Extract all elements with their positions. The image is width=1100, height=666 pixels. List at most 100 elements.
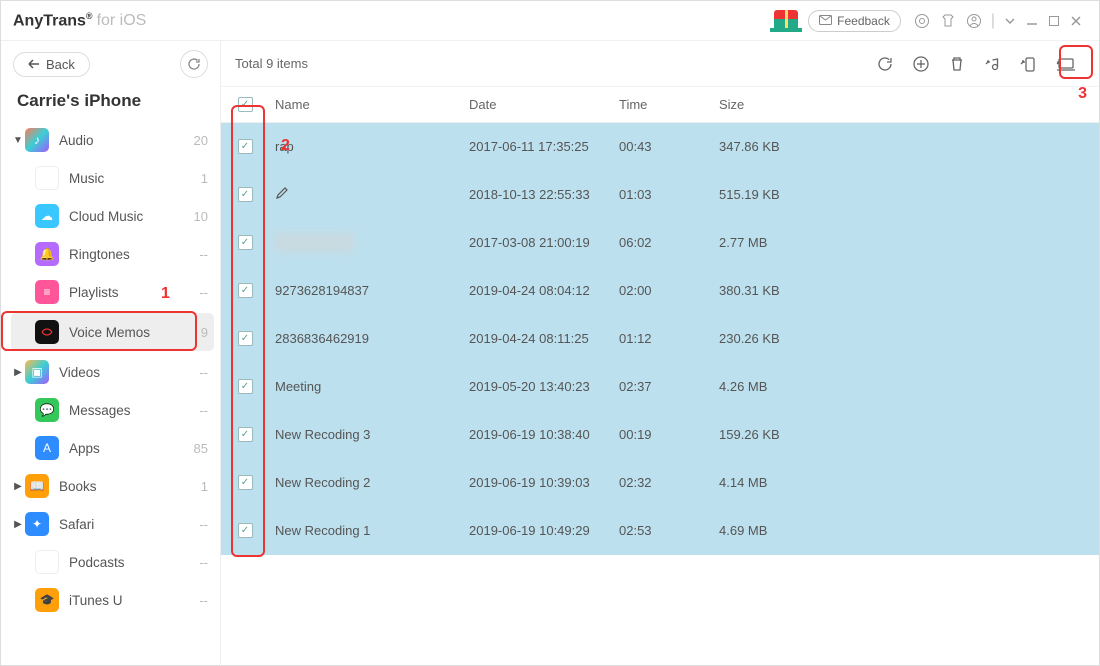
maximize-icon[interactable] (1048, 15, 1060, 27)
sidebar-item-podcasts[interactable]: ⌾ Podcasts -- (11, 543, 214, 581)
column-time[interactable]: Time (619, 97, 719, 112)
row-checkbox[interactable]: ✓ (238, 475, 253, 490)
sidebar-item-safari[interactable]: ▶ ✦ Safari -- (11, 505, 214, 543)
sidebar-item-ringtones[interactable]: 🔔 Ringtones -- (11, 235, 214, 273)
to-itunes-button[interactable] (984, 55, 1002, 73)
minimize-icon[interactable] (1026, 15, 1038, 27)
sidebar-item-label: Messages (69, 403, 199, 418)
safari-icon: ✦ (25, 512, 49, 536)
sidebar-item-apps[interactable]: A Apps 85 (11, 429, 214, 467)
sidebar-item-music[interactable]: ♪ Music 1 (11, 159, 214, 197)
row-time: 06:02 (619, 235, 719, 250)
row-time: 00:43 (619, 139, 719, 154)
row-checkbox[interactable]: ✓ (238, 283, 253, 298)
row-size: 2.77 MB (719, 235, 839, 250)
row-size: 380.31 KB (719, 283, 839, 298)
support-icon[interactable] (914, 13, 930, 29)
column-size[interactable]: Size (719, 97, 839, 112)
column-date[interactable]: Date (469, 97, 619, 112)
voice-memo-icon (35, 320, 59, 344)
back-label: Back (46, 57, 75, 72)
close-icon[interactable] (1070, 15, 1082, 27)
back-button[interactable]: Back (13, 52, 90, 77)
table-body: ✓rap2017-06-11 17:35:2500:43347.86 KB✓20… (221, 123, 1099, 666)
messages-icon: 💬 (35, 398, 59, 422)
to-device-button[interactable] (1020, 55, 1038, 73)
sidebar-item-audio[interactable]: ▼ ♪ Audio 20 (11, 121, 214, 159)
row-checkbox[interactable]: ✓ (238, 379, 253, 394)
row-size: 515.19 KB (719, 187, 839, 202)
row-name: 9273628194837 (275, 283, 369, 298)
chevron-down-icon[interactable] (1004, 15, 1016, 27)
itunes-u-icon: 🎓 (35, 588, 59, 612)
podcasts-icon: ⌾ (35, 550, 59, 574)
to-computer-button[interactable] (1056, 55, 1076, 73)
sidebar-item-label: Cloud Music (69, 209, 194, 224)
row-checkbox[interactable]: ✓ (238, 235, 253, 250)
table-row[interactable]: ✓Meeting2019-05-20 13:40:2302:374.26 MB (221, 363, 1099, 411)
sidebar-item-count: -- (199, 247, 208, 262)
row-checkbox[interactable]: ✓ (238, 331, 253, 346)
sidebar-item-voice-memos[interactable]: Voice Memos 9 (11, 313, 214, 351)
row-name-blurred: hidden (275, 233, 354, 252)
sidebar-refresh-button[interactable] (180, 50, 208, 78)
table-row[interactable]: ✓rap2017-06-11 17:35:2500:43347.86 KB (221, 123, 1099, 171)
toolbar: Total 9 items (221, 41, 1099, 87)
brand-subtitle: for iOS (97, 12, 147, 30)
books-icon: 📖 (25, 474, 49, 498)
shirt-icon[interactable] (940, 13, 956, 29)
bell-icon: 🔔 (35, 242, 59, 266)
audio-icon: ♪ (25, 128, 49, 152)
sidebar-item-count: -- (199, 555, 208, 570)
sidebar-item-count: -- (199, 285, 208, 300)
gift-icon[interactable] (774, 10, 798, 32)
row-time: 01:12 (619, 331, 719, 346)
sidebar-item-label: Podcasts (69, 555, 199, 570)
sidebar-item-count: 20 (194, 133, 208, 148)
sidebar-item-label: Ringtones (69, 247, 199, 262)
row-date: 2019-06-19 10:39:03 (469, 475, 619, 490)
table-row[interactable]: ✓28368364629192019-04-24 08:11:2501:1223… (221, 315, 1099, 363)
row-checkbox[interactable]: ✓ (238, 523, 253, 538)
caret-right-icon: ▶ (11, 519, 25, 530)
sidebar-item-count: -- (199, 365, 208, 380)
header-checkbox[interactable]: ✓ (238, 97, 253, 112)
sidebar-item-books[interactable]: ▶ 📖 Books 1 (11, 467, 214, 505)
apps-icon: A (35, 436, 59, 460)
sidebar-item-count: -- (199, 517, 208, 532)
table-row[interactable]: ✓hidden2017-03-08 21:00:1906:022.77 MB (221, 219, 1099, 267)
account-icon[interactable] (966, 13, 982, 29)
row-date: 2019-06-19 10:49:29 (469, 523, 619, 538)
row-checkbox[interactable]: ✓ (238, 187, 253, 202)
table-row[interactable]: ✓New Recoding 12019-06-19 10:49:2902:534… (221, 507, 1099, 555)
row-name: 2836836462919 (275, 331, 369, 346)
add-button[interactable] (912, 55, 930, 73)
sidebar-item-cloud-music[interactable]: ☁ Cloud Music 10 (11, 197, 214, 235)
feedback-label: Feedback (837, 14, 890, 28)
row-checkbox[interactable]: ✓ (238, 139, 253, 154)
table-row[interactable]: ✓92736281948372019-04-24 08:04:1202:0038… (221, 267, 1099, 315)
row-checkbox[interactable]: ✓ (238, 427, 253, 442)
row-date: 2019-06-19 10:38:40 (469, 427, 619, 442)
table-row[interactable]: ✓New Recoding 32019-06-19 10:38:4000:191… (221, 411, 1099, 459)
row-name: rap (275, 139, 294, 154)
sidebar-item-itunes-u[interactable]: 🎓 iTunes U -- (11, 581, 214, 619)
row-size: 230.26 KB (719, 331, 839, 346)
table-row[interactable]: ✓2018-10-13 22:55:3301:03515.19 KB (221, 171, 1099, 219)
sidebar-item-playlists[interactable]: ≡ Playlists -- (11, 273, 214, 311)
video-icon: ▣ (25, 360, 49, 384)
sidebar-item-videos[interactable]: ▶ ▣ Videos -- (11, 353, 214, 391)
refresh-button[interactable] (876, 55, 894, 73)
sidebar-item-label: Music (69, 171, 201, 186)
table-row[interactable]: ✓New Recoding 22019-06-19 10:39:0302:324… (221, 459, 1099, 507)
row-name: New Recoding 1 (275, 523, 370, 538)
sidebar-item-messages[interactable]: 💬 Messages -- (11, 391, 214, 429)
titlebar: AnyTrans® for iOS Feedback | (1, 1, 1099, 41)
column-name[interactable]: Name (269, 97, 469, 112)
delete-button[interactable] (948, 55, 966, 73)
row-date: 2019-04-24 08:04:12 (469, 283, 619, 298)
pencil-icon (275, 186, 289, 200)
sidebar: Back Carrie's iPhone ▼ ♪ Audio 20 ♪ Musi… (1, 41, 221, 666)
row-size: 4.14 MB (719, 475, 839, 490)
feedback-button[interactable]: Feedback (808, 10, 901, 32)
